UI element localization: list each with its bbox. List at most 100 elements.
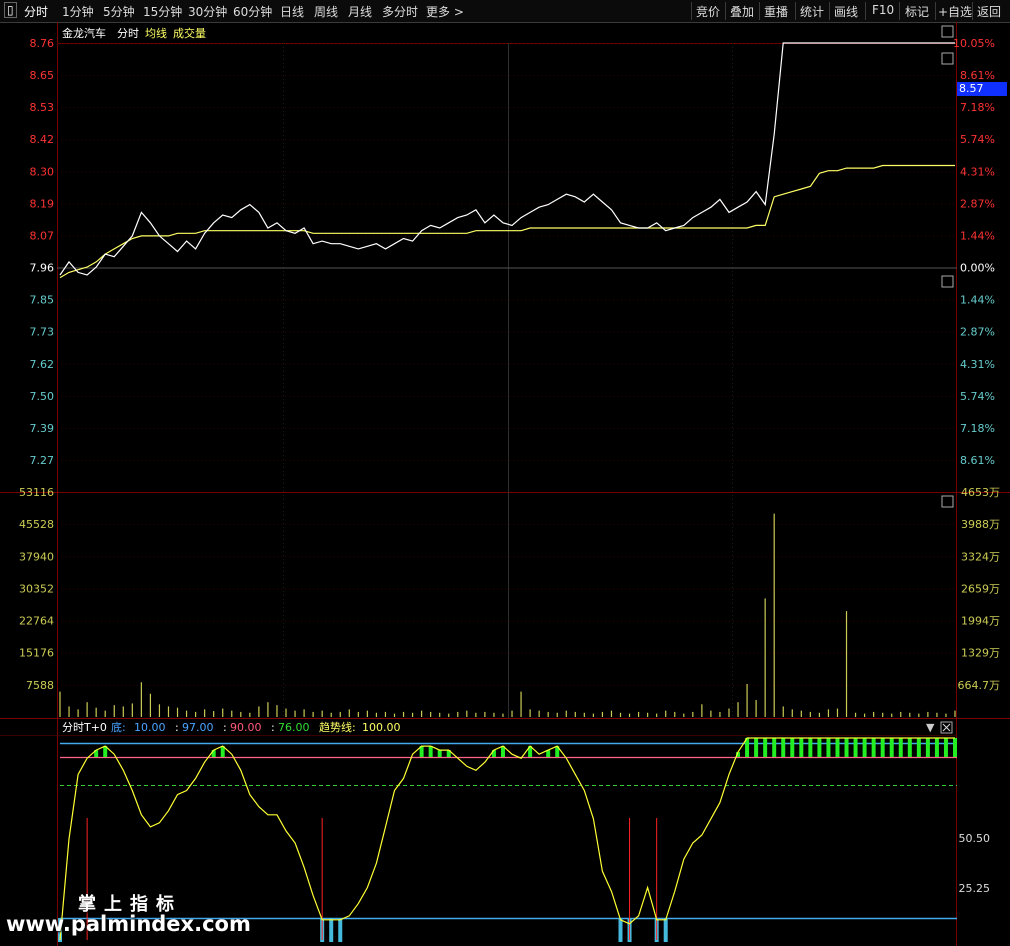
pct-tick-label: 10.05% (953, 37, 995, 50)
volume-axis-left: 53116 45528 37940 30352 22764 15176 7588 (19, 486, 54, 692)
trend-line (59, 737, 955, 941)
volume-amount-label: 664.7万 (958, 679, 1001, 692)
toolbar-divider (935, 2, 936, 20)
signal-low-bar (338, 918, 343, 942)
volume-tick-label: 30352 (19, 582, 54, 595)
pct-tick-label: 5.74% (960, 390, 995, 403)
volume-axis-right: 4653万 3988万 3324万 2659万 1994万 1329万 664.7万 (958, 486, 1001, 692)
period-tab-30min[interactable]: 30分钟 (188, 3, 227, 20)
signal-high-bar (907, 738, 912, 757)
period-tab-1min[interactable]: 1分钟 (62, 3, 94, 20)
back-button[interactable]: 返回 (977, 3, 1001, 20)
signal-high-bar (862, 738, 867, 757)
signal-high-bar (799, 738, 804, 757)
indicator-param-label: : (223, 721, 227, 734)
pct-tick-label: 5.74% (960, 133, 995, 146)
settings-square-icon[interactable] (941, 275, 954, 288)
signal-high-bar (835, 738, 840, 757)
period-tab-60min[interactable]: 60分钟 (233, 3, 272, 20)
volume-amount-label: 1994万 (961, 615, 1000, 628)
volume-tick-label: 22764 (19, 615, 54, 628)
signal-high-bar (853, 738, 858, 757)
volume-tick-label: 53116 (19, 486, 54, 499)
dropdown-arrow-icon[interactable]: ▼ (926, 721, 935, 734)
signal-high-bar (889, 738, 894, 757)
toolbar-divider (899, 2, 900, 20)
period-tab-day[interactable]: 日线 (280, 3, 304, 20)
indicator-param-value: 100.00 (362, 721, 401, 734)
indicator-param-label: : (271, 721, 275, 734)
pct-tick-label: 2.87% (960, 197, 995, 210)
price-tick-label: 8.53 (30, 101, 55, 114)
statistics-button[interactable]: 统计 (800, 3, 824, 20)
overlay-button[interactable]: 叠加 (730, 3, 754, 20)
volume-tick-label: 37940 (19, 550, 54, 563)
intraday-chart[interactable]: 金龙汽车 分时 均线 成交量 8.768.658.538.428.308.198… (0, 22, 1010, 946)
add-watchlist-button[interactable]: +自选 (938, 3, 972, 20)
period-tab-more[interactable]: 更多 > (426, 3, 464, 20)
volume-label: 成交量 (173, 26, 206, 40)
period-tab-month[interactable]: 月线 (348, 3, 372, 20)
toolbar-divider (691, 2, 692, 20)
settings-square-icon[interactable] (941, 495, 954, 508)
volume-amount-label: 1329万 (961, 647, 1000, 660)
price-grid (57, 43, 957, 461)
volume-tick-label: 15176 (19, 647, 54, 660)
signal-high-bar (772, 738, 777, 757)
toolbar-divider (972, 2, 973, 20)
stock-name: 金龙汽车 (62, 26, 106, 40)
pct-tick-label: 8.61% (960, 454, 995, 467)
pct-tick-label: 4.31% (960, 165, 995, 178)
indicator-name: 分时T+0 (62, 721, 107, 734)
volume-bars (59, 513, 956, 717)
current-price-badge: 8.57 (957, 82, 1007, 96)
signal-high-bar (428, 746, 433, 757)
toolbar-divider (829, 2, 830, 20)
mode-label: 分时 (117, 27, 139, 40)
indicator-tick-label: 25.25 (959, 882, 991, 895)
signal-high-bar (898, 738, 903, 757)
toolbar-divider (759, 2, 760, 20)
avg-price-line (59, 164, 955, 279)
pct-tick-label: 1.44% (960, 294, 995, 307)
pct-tick-label: 8.61% (960, 69, 995, 82)
price-tick-label: 8.30 (30, 165, 55, 178)
f10-button[interactable]: F10 (872, 3, 894, 17)
signal-high-bar (790, 738, 795, 757)
volume-amount-label: 2659万 (961, 582, 1000, 595)
price-axis-left: 8.76 8.65 8.53 8.42 8.30 8.19 8.07 7.96 7.85 7.73… (30, 37, 55, 467)
period-tab-15min[interactable]: 15分钟 (143, 3, 182, 20)
indicator-axis: 50.50 25.25 (959, 832, 991, 895)
mark-button[interactable]: 标记 (905, 3, 929, 20)
price-tick-label: 8.76 (30, 37, 55, 50)
period-tab-week[interactable]: 周线 (314, 3, 338, 20)
period-tab-multi[interactable]: 多分时 (382, 3, 418, 20)
period-tab-intraday[interactable]: 分时 (24, 3, 48, 20)
auction-button[interactable]: 竞价 (696, 3, 720, 20)
close-icon[interactable] (940, 721, 953, 734)
settings-square-icon[interactable] (941, 25, 954, 38)
draw-line-button[interactable]: 画线 (834, 3, 858, 20)
signal-high-bar (763, 738, 768, 757)
signal-high-bar (871, 738, 876, 757)
indicator-signals (58, 738, 957, 942)
signal-high-bar (916, 738, 921, 757)
signal-high-bar (880, 738, 885, 757)
toolbar-divider (795, 2, 796, 20)
replay-button[interactable]: 重播 (764, 3, 788, 20)
signal-high-bar (808, 738, 813, 757)
signal-high-bar (953, 738, 957, 757)
toolbar-divider (725, 2, 726, 20)
price-tick-label: 8.19 (30, 197, 55, 210)
signal-high-bar (844, 738, 849, 757)
price-tick-label: 8.42 (30, 133, 55, 146)
indicator-param-value: 10.00 (134, 721, 166, 734)
signal-low-bar (329, 918, 334, 942)
period-tab-5min[interactable]: 5分钟 (103, 3, 135, 20)
period-tab-fenshi[interactable]: ▯ (4, 2, 17, 18)
signal-high-bar (925, 738, 930, 757)
settings-square-icon[interactable] (941, 52, 954, 65)
volume-amount-label: 3324万 (961, 550, 1000, 563)
price-tick-label: 7.39 (30, 422, 55, 435)
indicator-param-value: 97.00 (182, 721, 214, 734)
